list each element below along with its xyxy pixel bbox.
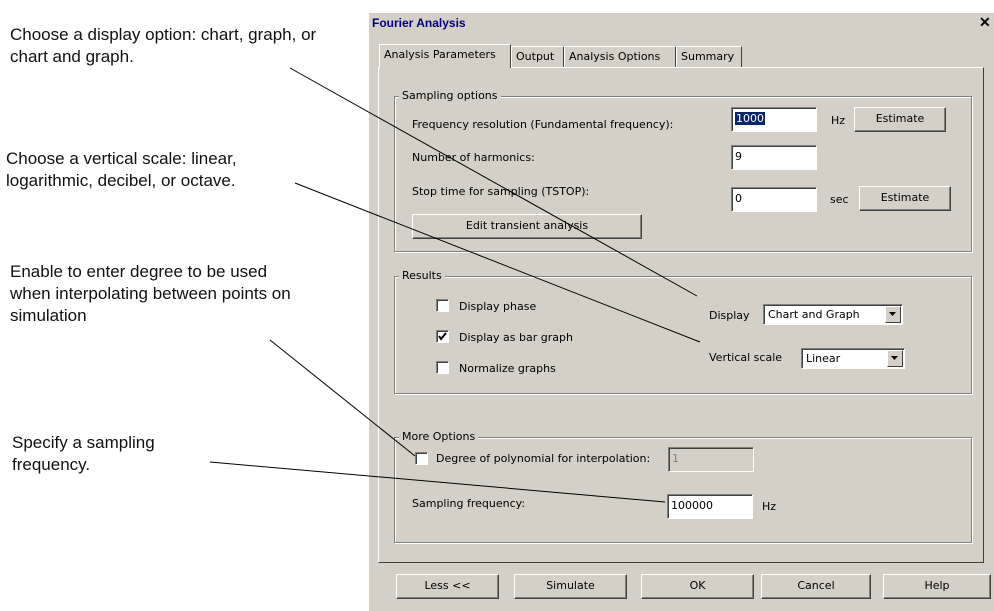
tab-summary[interactable]: Summary: [676, 46, 742, 67]
normalize-graphs-label: Normalize graphs: [459, 362, 556, 375]
vertical-scale-select[interactable]: Linear: [801, 348, 905, 369]
display-select[interactable]: Chart and Graph: [763, 304, 903, 325]
close-icon[interactable]: ✕: [979, 14, 993, 30]
frequency-unit-label: Hz: [831, 114, 846, 127]
estimate-frequency-button[interactable]: Estimate: [854, 107, 946, 132]
title-bar: Fourier Analysis ✕: [369, 13, 994, 34]
frequency-resolution-input[interactable]: 1000: [731, 107, 817, 132]
sampling-frequency-input[interactable]: 100000: [667, 494, 753, 519]
tab-output[interactable]: Output: [511, 46, 564, 67]
tab-analysis-parameters[interactable]: Analysis Parameters: [379, 44, 511, 68]
callout-sampling: Specify a sampling frequency.: [12, 433, 155, 474]
ok-button[interactable]: OK: [641, 574, 754, 599]
sampling-frequency-unit-label: Hz: [762, 500, 777, 513]
simulate-button[interactable]: Simulate: [514, 574, 627, 599]
help-button[interactable]: Help: [883, 574, 991, 599]
display-phase-label: Display phase: [459, 300, 537, 313]
fourier-analysis-dialog: Fourier Analysis ✕ Analysis Parameters O…: [368, 12, 994, 611]
display-label: Display: [709, 309, 750, 322]
checkmark-icon: [438, 332, 447, 341]
dialog-title: Fourier Analysis: [372, 16, 466, 30]
chevron-down-icon[interactable]: [885, 306, 901, 323]
callout-degree: Enable to enter degree to be used when i…: [10, 262, 291, 325]
chevron-down-icon[interactable]: [887, 350, 903, 367]
display-phase-checkbox[interactable]: [436, 299, 449, 312]
degree-of-polynomial-label: Degree of polynomial for interpolation:: [436, 452, 651, 465]
callout-display: Choose a display option: chart, graph, o…: [10, 25, 317, 66]
tab-analysis-options[interactable]: Analysis Options: [564, 46, 676, 67]
less-button[interactable]: Less <<: [396, 574, 499, 599]
tab-panel: Sampling options Frequency resolution (F…: [378, 67, 984, 563]
stop-time-input[interactable]: 0: [731, 187, 817, 212]
results-legend: Results: [399, 269, 445, 282]
degree-of-polynomial-checkbox[interactable]: [415, 452, 428, 465]
display-as-bar-graph-checkbox[interactable]: [436, 330, 449, 343]
estimate-stop-time-button[interactable]: Estimate: [859, 186, 951, 211]
cancel-button[interactable]: Cancel: [761, 574, 871, 599]
stop-time-unit-label: sec: [830, 193, 849, 206]
sampling-frequency-label: Sampling frequency:: [412, 497, 526, 510]
stop-time-label: Stop time for sampling (TSTOP):: [412, 185, 590, 198]
more-options-legend: More Options: [399, 430, 479, 443]
frequency-resolution-label: Frequency resolution (Fundamental freque…: [412, 118, 674, 131]
normalize-graphs-checkbox[interactable]: [436, 361, 449, 374]
degree-of-polynomial-input[interactable]: 1: [668, 447, 754, 472]
number-of-harmonics-input[interactable]: 9: [731, 145, 817, 170]
sampling-options-legend: Sampling options: [399, 89, 501, 102]
display-as-bar-graph-label: Display as bar graph: [459, 331, 573, 344]
callout-vertical-scale: Choose a vertical scale: linear, logarit…: [6, 149, 237, 190]
vertical-scale-label: Vertical scale: [709, 351, 783, 364]
number-of-harmonics-label: Number of harmonics:: [412, 151, 535, 164]
edit-transient-analysis-button[interactable]: Edit transient analysis: [412, 214, 642, 239]
